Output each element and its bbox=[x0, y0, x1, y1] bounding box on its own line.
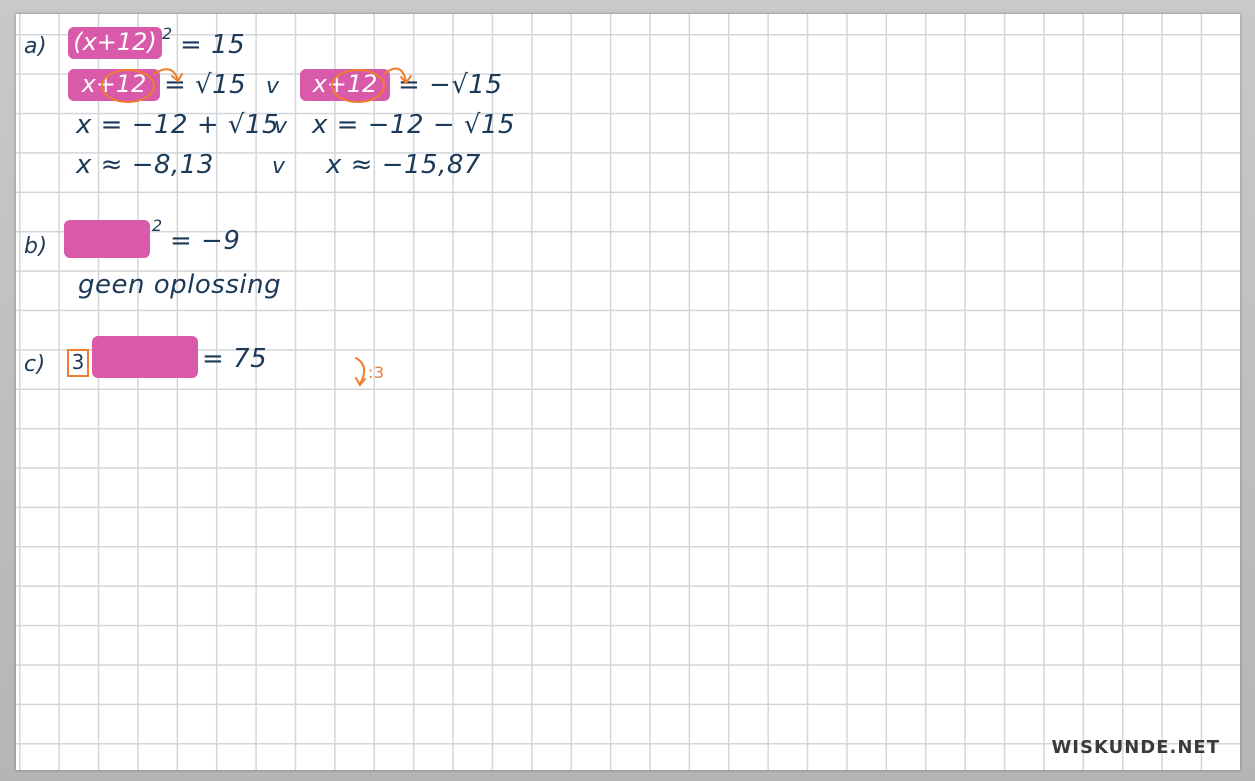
grid-paper: a) (x+12) 2 = 15 x+12 = √15 v x+12 = −√1… bbox=[16, 14, 1240, 770]
circle-plus12-left bbox=[101, 69, 155, 103]
circle-plus12-right bbox=[331, 69, 385, 103]
annotation-strokes bbox=[101, 67, 412, 387]
video-frame: a) (x+12) 2 = 15 x+12 = √15 v x+12 = −√1… bbox=[0, 0, 1255, 781]
watermark: WISKUNDE.NET bbox=[1051, 737, 1220, 758]
